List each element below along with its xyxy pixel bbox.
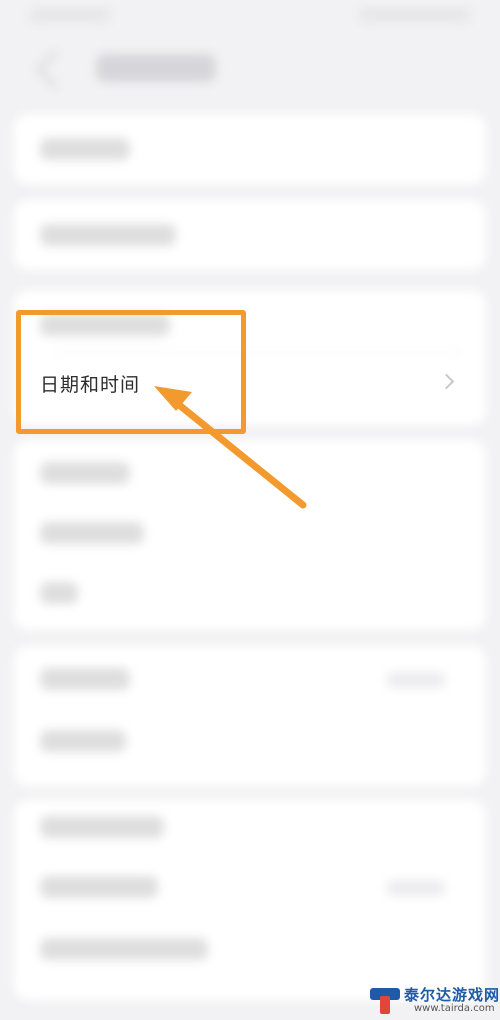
watermark-brand: 泰尔达游戏网 (404, 986, 500, 1004)
watermark-url: www.tairda.com (414, 1003, 495, 1014)
tairda-logo-icon (370, 988, 400, 1014)
annotation-arrow-icon (154, 386, 307, 509)
watermark: 泰尔达游戏网 www.tairda.com (366, 982, 500, 1020)
